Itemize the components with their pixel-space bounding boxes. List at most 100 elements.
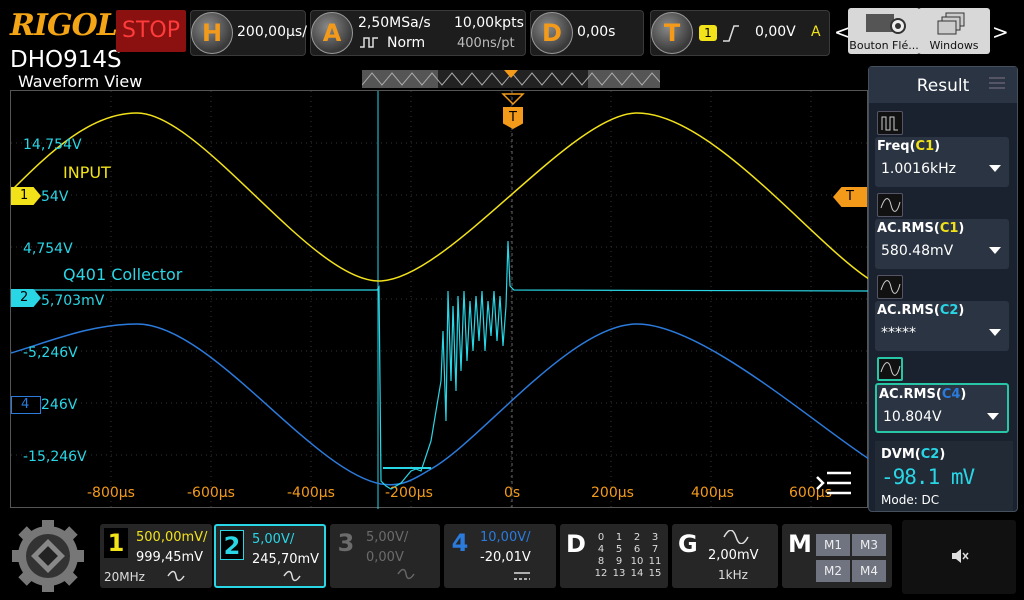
run-state-label: STOP (122, 18, 180, 43)
result-menu-icon[interactable] (989, 77, 1005, 89)
x-label: -600µs (187, 485, 235, 501)
measurement-value: 10.804V (883, 409, 942, 425)
generator-panel[interactable]: G 2,00mV 1kHz (672, 524, 778, 588)
timebase-scale: 200,00µs/ (237, 24, 307, 40)
speaker-muted-icon (952, 549, 969, 563)
input-trace-label: INPUT (63, 163, 111, 182)
tool-button-knob-label: Bouton Flé... (849, 39, 919, 52)
generator-amplitude: 2,00mV (708, 548, 759, 563)
math-m1-button[interactable]: M1 (816, 534, 850, 556)
generator-key: G (678, 530, 698, 558)
knob-tool-icon (866, 14, 906, 34)
chevron-down-icon[interactable] (989, 329, 1001, 336)
delay-key[interactable]: D (531, 12, 573, 54)
trigger-sweep: A (811, 24, 821, 40)
math-panel[interactable]: M M1 M3 M2 M4 (782, 524, 892, 588)
math-m3-button[interactable]: M3 (852, 534, 886, 556)
digital-key: D (566, 530, 586, 558)
ac-rms-icon (877, 357, 903, 381)
y-label-ch1-partial: 54V (41, 189, 69, 205)
measurement-item[interactable]: AC.RMS(C1) 580.48mV (875, 193, 1011, 271)
math-m4-button[interactable]: M4 (852, 560, 886, 582)
ac-coupling-icon (283, 570, 301, 582)
tool-button-knob[interactable]: Bouton Flé... (848, 8, 920, 54)
chevron-down-icon[interactable] (987, 413, 999, 420)
trigger-panel[interactable]: T 1 0,00V A (650, 10, 830, 56)
ch3-scale: 5,00V/ (366, 530, 409, 545)
horizontal-panel[interactable]: H 200,00µs/ (190, 10, 307, 56)
model-name: DHO914S (10, 47, 122, 73)
rising-edge-icon (723, 25, 739, 42)
chevron-down-icon[interactable] (989, 247, 1001, 254)
measurement-value: 580.48mV (881, 243, 954, 259)
delay-value: 0,00s (577, 24, 616, 40)
sound-panel[interactable] (902, 520, 1016, 594)
channel-2-panel[interactable]: 2 5,00V/ 245,70mV (214, 524, 326, 588)
ch1-bandwidth: 20MHz (104, 570, 145, 584)
y-label-4: -15,246V (23, 449, 87, 465)
overview-wave (361, 70, 661, 88)
horizontal-key[interactable]: H (191, 12, 233, 54)
sample-rate: 2,50MSa/s (358, 15, 431, 31)
home-gear-icon[interactable] (8, 520, 88, 592)
brand-logo: RIGOL (10, 8, 118, 43)
ch3-number: 3 (337, 529, 355, 557)
measurement-item[interactable]: Freq(C1) 1.0016kHz (875, 111, 1011, 189)
ch2-scale: 5,00V/ (252, 532, 295, 547)
dvm-mode: Mode: DC (881, 493, 940, 507)
ch4-number: 4 (451, 529, 469, 557)
dc-coupling-icon (514, 572, 530, 580)
ch4-offset-marker[interactable]: 4 (11, 396, 41, 414)
time-per-point: 400ns/pt (457, 36, 515, 51)
menu-icon[interactable] (815, 469, 853, 497)
ch3-offset: 0,00V (366, 550, 404, 565)
measurement-value: 1.0016kHz (881, 161, 956, 177)
generator-frequency: 1kHz (718, 568, 748, 582)
measurement-item-selected[interactable]: AC.RMS(C4) 10.804V (875, 357, 1011, 435)
measurement-name: AC.RMS (879, 387, 936, 402)
measurement-item[interactable]: AC.RMS(C2) ***** (875, 275, 1011, 353)
channel-1-panel[interactable]: 1 500,00mV/ 999,45mV 20MHz (100, 524, 212, 588)
trigger-position-outline (501, 93, 525, 105)
freq-icon (877, 111, 903, 135)
toolbar-scroll-right[interactable]: > (992, 14, 1009, 50)
sine-wave-icon (723, 530, 749, 544)
run-stop-indicator[interactable]: STOP (116, 10, 186, 52)
memory-overview-bar[interactable] (361, 70, 661, 88)
ch1-trace (11, 112, 869, 282)
measurement-channel: C1 (915, 139, 935, 154)
tool-button-windows[interactable]: Windows (918, 8, 990, 54)
trigger-key[interactable]: T (651, 12, 693, 54)
acquire-mode: Norm (387, 35, 426, 51)
memory-depth: 10,00kpts (454, 15, 524, 31)
y-label-3: -5,246V (23, 345, 78, 361)
x-label: -800µs (87, 485, 135, 501)
ch4-trace (11, 323, 869, 486)
chevron-down-icon[interactable] (989, 165, 1001, 172)
acquire-key[interactable]: A (311, 12, 353, 54)
measurement-name: Freq (877, 139, 910, 154)
measurement-channel: C2 (939, 303, 959, 318)
ac-rms-icon (877, 193, 903, 217)
windows-icon (937, 12, 965, 35)
acquire-panel[interactable]: A 2,50MSa/s Norm 10,00kpts 400ns/pt (310, 10, 526, 56)
delay-panel[interactable]: D 0,00s (530, 10, 644, 56)
dvm-readout[interactable]: DVM(C2) -98.1 mV Mode: DC (875, 441, 1013, 511)
collector-trace-label: Q401 Collector (63, 265, 183, 284)
channel-3-panel[interactable]: 3 5,00V/ 0,00V (330, 524, 440, 588)
y-label-1: 14,754V (23, 137, 82, 153)
ac-rms-icon (877, 275, 903, 299)
waveform-view-title: Waveform View (18, 72, 143, 91)
digital-bit-grid: 0123 4567 8 9 10 11 12 13 14 15 (594, 532, 662, 579)
math-key: M (788, 530, 812, 558)
trigger-level: 0,00V (755, 24, 796, 40)
math-m2-button[interactable]: M2 (816, 560, 850, 582)
waveform-area[interactable]: INPUT Q401 Collector 14,754V 54V 4,754V … (10, 90, 869, 509)
digital-panel[interactable]: D 0123 4567 8 9 10 11 12 13 14 15 (560, 524, 668, 588)
ch2-offset: 245,70mV (252, 552, 320, 567)
x-label: 400µs (691, 485, 734, 501)
ch1-number: 1 (104, 528, 128, 558)
dvm-value: -98.1 mV (881, 465, 975, 489)
tool-button-windows-label: Windows (929, 39, 979, 52)
channel-4-panel[interactable]: 4 10,00V/ -20,01V (444, 524, 556, 588)
